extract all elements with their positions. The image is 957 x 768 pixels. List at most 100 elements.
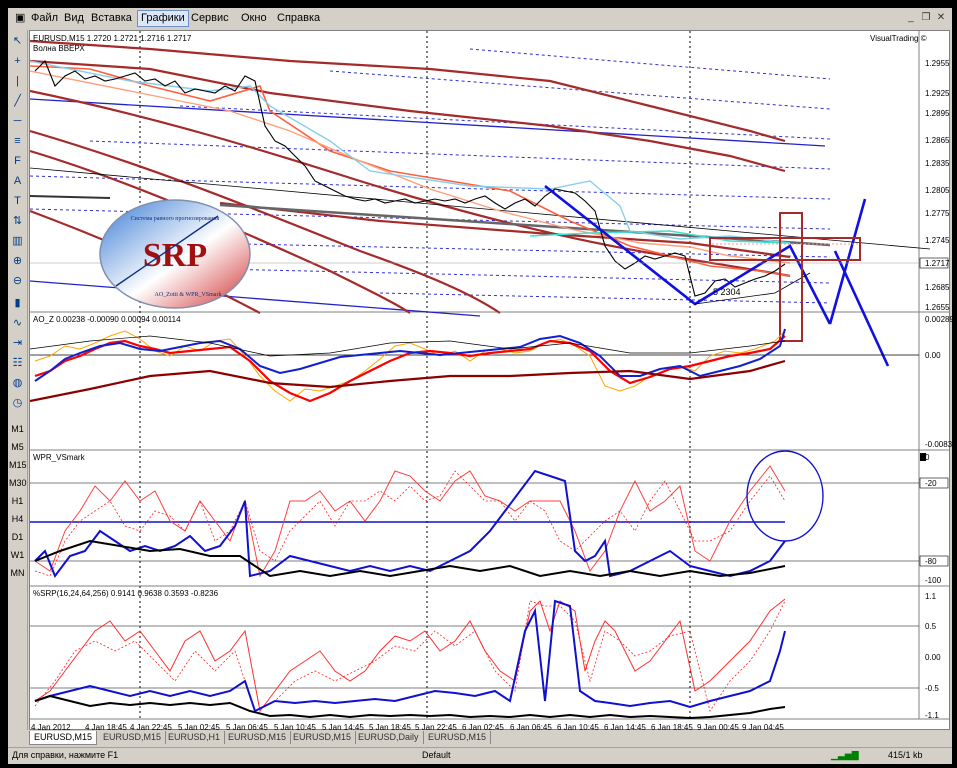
- chart-canvas[interactable]: [30, 31, 949, 729]
- connection-icon: ▁▃▅▇: [831, 750, 859, 760]
- tab-eurusd-m15-2[interactable]: EURUSD,M15: [99, 731, 167, 744]
- status-profile: Default: [422, 750, 451, 760]
- srp-axis-tick: -1.1: [925, 711, 939, 720]
- app-icon[interactable]: ▣: [12, 11, 28, 26]
- menu-view[interactable]: Вид: [61, 11, 87, 26]
- timeframe-h4[interactable]: H4: [9, 513, 26, 525]
- ao-label: AO_Z 0.00238 -0.00090 0.00094 0.00114: [33, 315, 181, 324]
- current-price-label: 1.2717: [925, 259, 950, 268]
- zoom-in-icon[interactable]: ⊕: [10, 254, 25, 268]
- srp-axis-tick: 0.00: [925, 653, 941, 662]
- channel-icon[interactable]: ≡: [10, 134, 25, 148]
- tab-eurusd-m15-3[interactable]: EURUSD,M15: [224, 731, 292, 744]
- tab-eurusd-h1[interactable]: EURUSD,H1: [164, 731, 226, 744]
- trend-line-icon[interactable]: ╱: [10, 94, 25, 108]
- price-tick: 1.2835: [925, 159, 950, 168]
- brand-label: VisualTrading ©: [870, 34, 927, 43]
- ao-signal: [34, 335, 786, 403]
- price-tick: 1.2805: [925, 186, 950, 195]
- logo-text: SRP: [143, 237, 207, 274]
- status-bar: Для справки, нажмите F1 Default ▁▃▅▇ 415…: [8, 747, 952, 764]
- cursor-icon[interactable]: ↖: [10, 34, 25, 48]
- wpr-axis-tick: -100: [925, 576, 942, 585]
- price-tick: 1.2865: [925, 136, 950, 145]
- terminal-window: ▣ Файл Вид Вставка Графики Сервис Окно С…: [8, 8, 957, 764]
- price-tick: 1.2925: [925, 89, 950, 98]
- price-tick: 1.2955: [925, 59, 950, 68]
- ao-oscillator: [34, 330, 786, 402]
- time-zone-box[interactable]: [779, 212, 803, 342]
- candles-icon[interactable]: ▮: [10, 296, 25, 310]
- srp-red: [34, 598, 786, 713]
- price-tick: 1.2895: [925, 109, 950, 118]
- bar-chart-icon[interactable]: ▥: [10, 234, 25, 248]
- fibonacci-icon[interactable]: F: [10, 154, 25, 168]
- wpr-label: WPR_VSmark: [33, 453, 85, 462]
- timeframe-mn[interactable]: MN: [9, 567, 26, 579]
- chart-window[interactable]: SRP Система равного прогнозирования AO_Z…: [29, 30, 957, 732]
- tab-eurusd-m15-5[interactable]: EURUSD,M15: [424, 731, 492, 744]
- price-tick: 1.2775: [925, 209, 950, 218]
- menu-charts[interactable]: Графики: [137, 10, 189, 27]
- timeframe-d1[interactable]: D1: [9, 531, 26, 543]
- timeframe-w1[interactable]: W1: [9, 549, 26, 561]
- chart-header: EURUSD,M15 1.2720 1.2721 1.2716 1.2717: [33, 34, 192, 43]
- logo-caption-bottom: AO_Zotti & WPR_VSmark: [155, 292, 222, 298]
- globe-icon[interactable]: ◍: [10, 376, 25, 390]
- timeframe-h1[interactable]: H1: [9, 495, 26, 507]
- horizontal-line-icon[interactable]: ─: [10, 114, 25, 128]
- close-icon[interactable]: ✕: [934, 11, 948, 24]
- wpr-axis-tick: -80: [925, 557, 937, 566]
- arrows-icon[interactable]: ⇅: [10, 214, 25, 228]
- ao-axis-tick: 0.00289: [925, 315, 954, 324]
- srp-axis-tick: 1.1: [925, 592, 937, 601]
- wpr-axis-tick: 0: [925, 453, 930, 462]
- srp-red-dashed: [34, 600, 786, 712]
- template-icon[interactable]: ☷: [10, 356, 25, 370]
- status-help: Для справки, нажмите F1: [12, 750, 119, 760]
- minimize-icon[interactable]: _: [904, 11, 918, 24]
- srp-axis-tick: 0.5: [925, 622, 937, 631]
- tab-eurusd-m15-4[interactable]: EURUSD,M15: [289, 731, 357, 744]
- wave-forecast: [544, 184, 832, 325]
- status-traffic: 415/1 kb: [888, 750, 923, 760]
- menu-help[interactable]: Справка: [274, 11, 323, 26]
- label-icon[interactable]: T: [10, 194, 25, 208]
- price-tick: 1.2685: [925, 283, 950, 292]
- srp-label: %SRP(16,24,64,256) 0.9141 0.9638 0.3593 …: [33, 589, 219, 598]
- srp-black: [34, 694, 786, 720]
- ao-axis-tick: -0.00836: [925, 440, 957, 449]
- timeframe-m1[interactable]: M1: [9, 423, 26, 435]
- tab-eurusd-daily[interactable]: EURUSD,Daily: [354, 731, 424, 744]
- chart-tabs: EURUSD,M15 EURUSD,M15 EURUSD,H1 EURUSD,M…: [29, 731, 950, 745]
- restore-icon[interactable]: ❐: [919, 11, 933, 24]
- crosshair-icon[interactable]: +: [10, 54, 25, 68]
- menu-bar: ▣ Файл Вид Вставка Графики Сервис Окно С…: [8, 8, 952, 28]
- price-tick: 1.2745: [925, 236, 950, 245]
- timeframe-m15[interactable]: M15: [9, 459, 27, 471]
- wpr-axis-tick: -20: [925, 479, 937, 488]
- tab-eurusd-m15-1[interactable]: EURUSD,M15: [29, 731, 98, 745]
- wave-forecast-down: [833, 250, 890, 367]
- vertical-line-icon[interactable]: |: [10, 74, 25, 88]
- drawing-toolbar: ↖ + | ╱ ─ ≡ F A T ⇅ ▥ ⊕ ⊖ ▮ ∿ ⇥ ☷ ◍ ◷ M1…: [8, 30, 28, 730]
- line-chart-icon[interactable]: ∿: [10, 316, 25, 330]
- menu-insert[interactable]: Вставка: [88, 11, 135, 26]
- timeframe-m5[interactable]: M5: [9, 441, 26, 453]
- menu-window[interactable]: Окно: [238, 11, 270, 26]
- menu-file[interactable]: Файл: [28, 11, 61, 26]
- wave-annotation: 5 2304: [713, 287, 741, 297]
- timeframe-m30[interactable]: M30: [9, 477, 27, 489]
- logo-caption-top: Система равного прогнозирования: [131, 216, 220, 222]
- autoscroll-icon[interactable]: ⇥: [10, 336, 25, 350]
- menu-service[interactable]: Сервис: [188, 11, 232, 26]
- wpr-blue: [34, 469, 786, 579]
- periods-icon[interactable]: ◷: [10, 396, 25, 410]
- price-tick: 1.2655: [925, 303, 950, 312]
- ao-axis-tick: 0.00: [925, 351, 941, 360]
- text-icon[interactable]: A: [10, 174, 25, 188]
- signal-circle: [746, 450, 824, 542]
- srp-axis-tick: -0.5: [925, 684, 939, 693]
- zoom-out-icon[interactable]: ⊖: [10, 274, 25, 288]
- srp-logo: SRP Система равного прогнозирования AO_Z…: [99, 199, 251, 309]
